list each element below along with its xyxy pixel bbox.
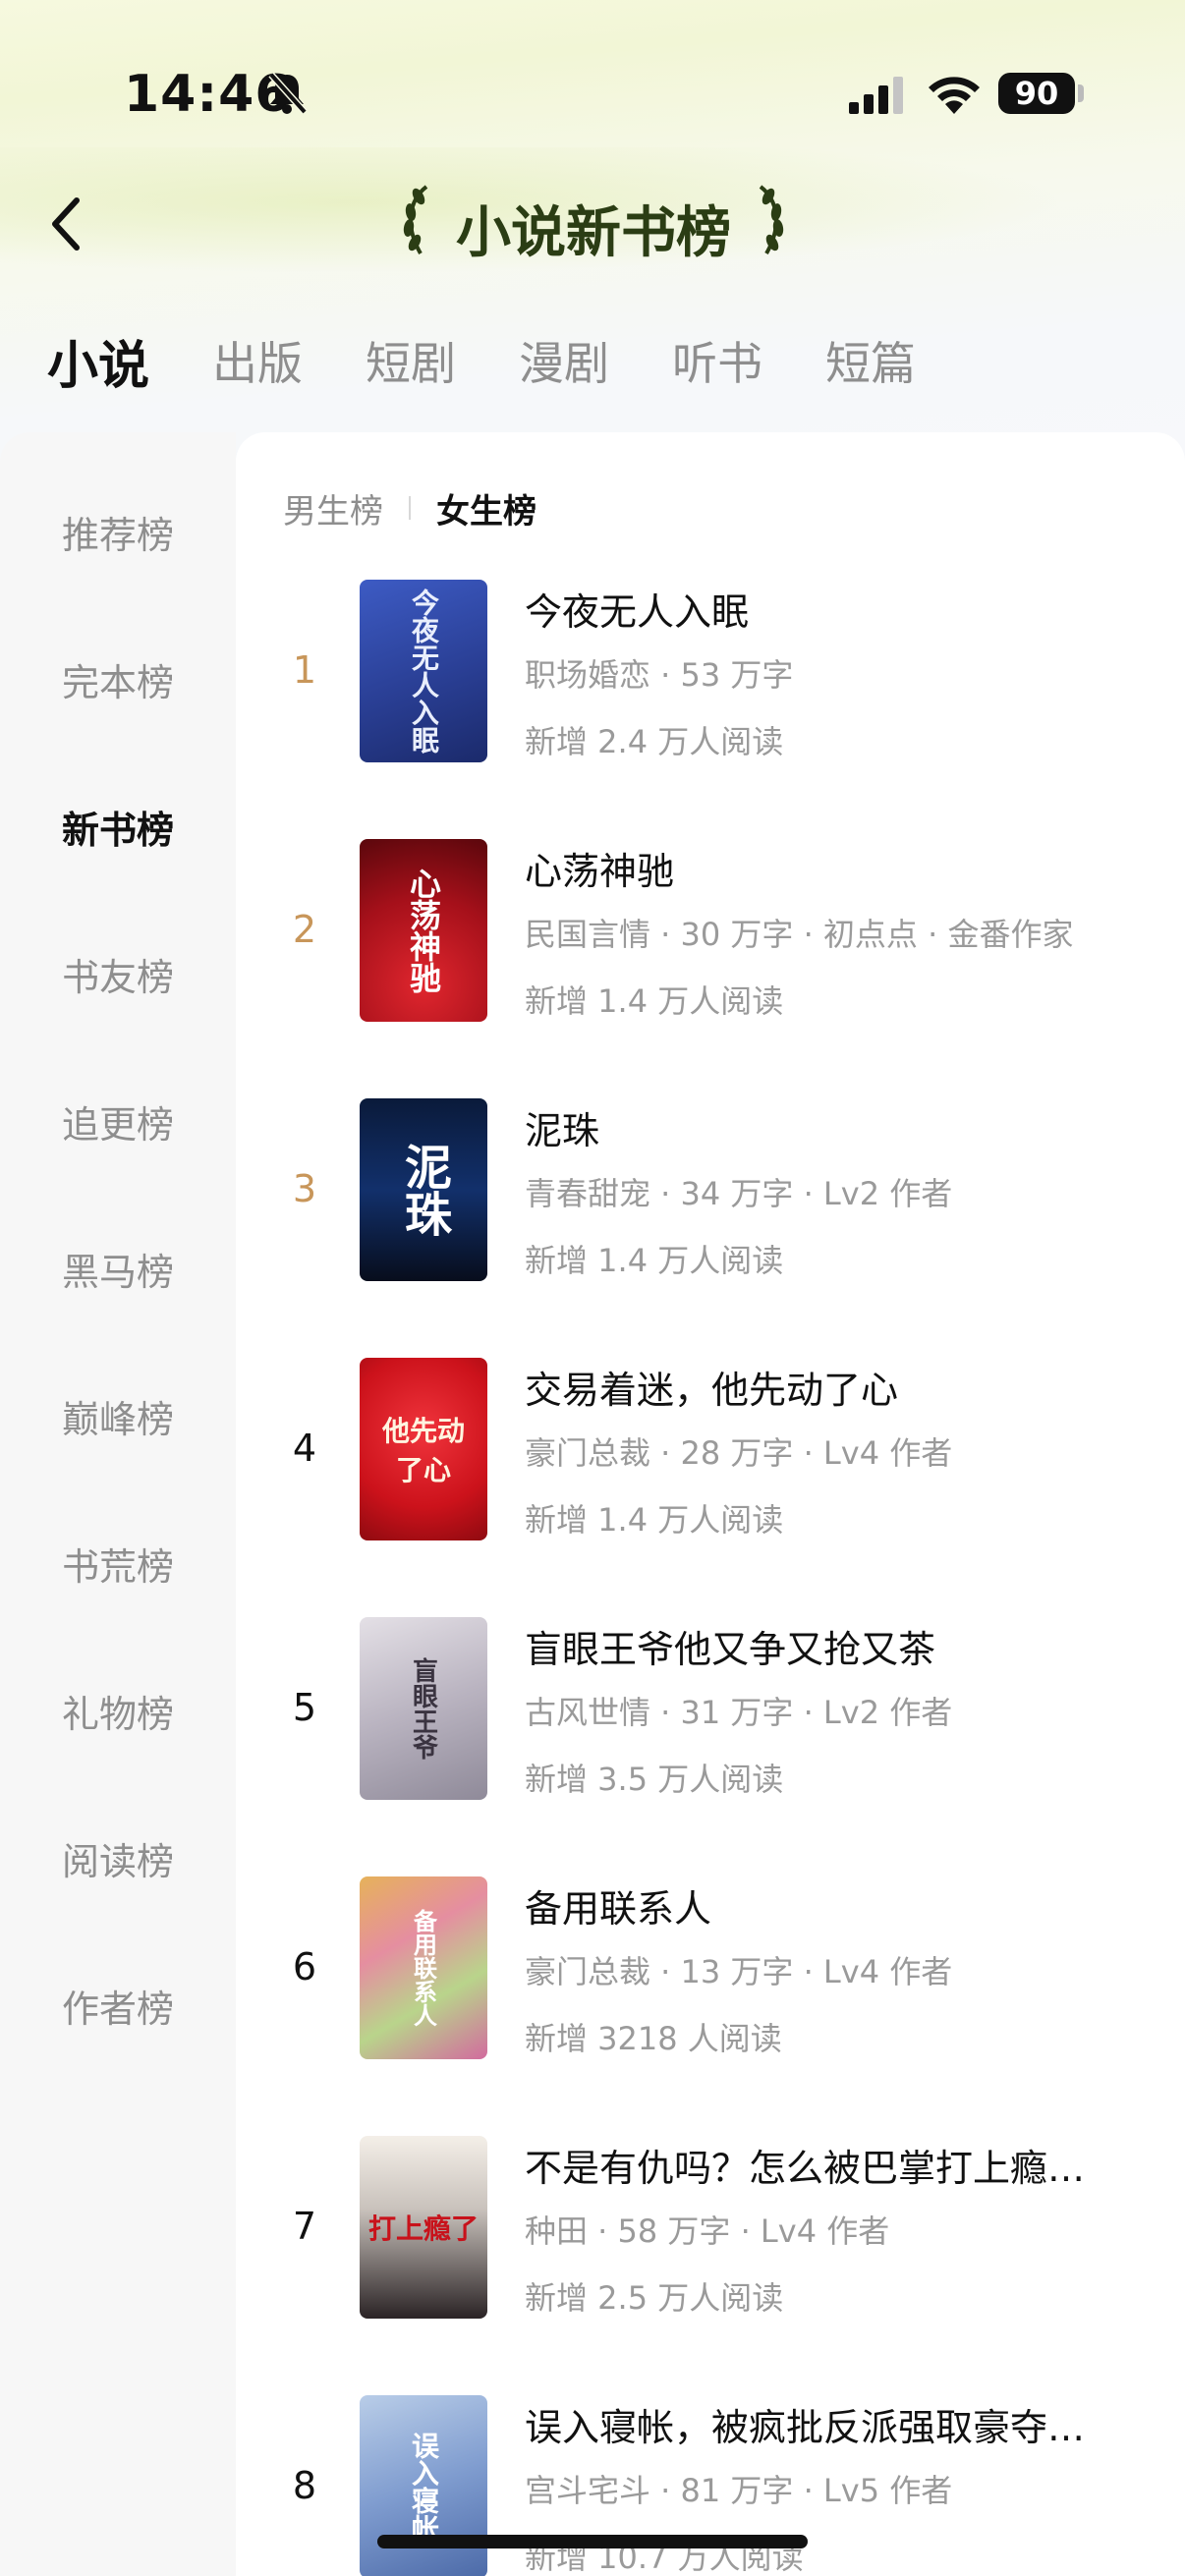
sidebar-item-authors[interactable]: 作者榜 — [0, 1979, 236, 2033]
book-cover[interactable]: 他先动了心 — [360, 1358, 487, 1540]
book-title: 交易着迷，他先动了心 — [525, 1369, 899, 1412]
tab-short-drama[interactable]: 短剧 — [366, 328, 456, 397]
book-new-readers: 新增 1.4 万人阅读 — [525, 982, 784, 1020]
book-row[interactable]: 2 心荡神驰 心荡神驰 民国言情 · 30 万字 · 初点点 · 金番作家 新增… — [236, 839, 1185, 1026]
ranking-sidebar: 推荐榜 完本榜 新书榜 书友榜 追更榜 黑马榜 巅峰榜 书荒榜 礼物榜 阅读榜 … — [0, 432, 236, 2576]
book-meta: 豪门总裁 · 13 万字 · Lv4 作者 — [525, 1953, 953, 1990]
book-cover[interactable]: 今夜无人入眠 — [360, 580, 487, 762]
cover-title-art: 盲眼王爷 — [408, 1657, 438, 1760]
battery-tip — [1078, 84, 1084, 102]
book-row[interactable]: 1 今夜无人入眠 今夜无人入眠 职场婚恋 · 53 万字 新增 2.4 万人阅读 — [236, 580, 1185, 766]
home-indicator[interactable] — [377, 2535, 808, 2548]
back-button[interactable] — [43, 189, 92, 259]
tab-novel[interactable]: 小说 — [47, 324, 149, 397]
tab-divider — [409, 496, 411, 520]
sidebar-item-peak[interactable]: 巅峰榜 — [0, 1389, 236, 1443]
tab-male-ranking[interactable]: 男生榜 — [283, 484, 383, 532]
book-cover[interactable]: 盲眼王爷 — [360, 1617, 487, 1800]
cover-title-art: 今夜无人入眠 — [408, 588, 440, 754]
rank-number: 7 — [292, 2205, 317, 2248]
rank-number: 2 — [292, 908, 317, 951]
book-meta: 职场婚恋 · 53 万字 — [525, 656, 794, 694]
book-new-readers: 新增 2.5 万人阅读 — [525, 2279, 784, 2317]
rank-number: 4 — [292, 1427, 317, 1470]
book-new-readers: 新增 3218 人阅读 — [525, 2020, 782, 2057]
page-title: 小说新书榜 — [456, 200, 731, 265]
book-meta: 宫斗宅斗 · 81 万字 · Lv5 作者 — [525, 2472, 953, 2509]
book-new-readers: 新增 3.5 万人阅读 — [525, 1761, 784, 1798]
tab-publish[interactable]: 出版 — [212, 328, 303, 397]
tab-comic-drama[interactable]: 漫剧 — [519, 328, 609, 397]
rank-number: 3 — [292, 1167, 317, 1210]
cover-title-art: 误入寝帐 — [408, 2432, 440, 2542]
ranking-list-panel: 男生榜 女生榜 1 今夜无人入眠 今夜无人入眠 职场婚恋 · 53 万字 新增 … — [236, 432, 1185, 2576]
book-meta: 民国言情 · 30 万字 · 初点点 · 金番作家 — [525, 916, 1074, 953]
book-row[interactable]: 6 备用联系人 备用联系人 豪门总裁 · 13 万字 · Lv4 作者 新增 3… — [236, 1876, 1185, 2063]
tab-female-ranking[interactable]: 女生榜 — [436, 484, 536, 532]
book-meta: 种田 · 58 万字 · Lv4 作者 — [525, 2212, 890, 2250]
cover-title-art: 他先动了心 — [381, 1415, 465, 1486]
sidebar-item-reading[interactable]: 阅读榜 — [0, 1831, 236, 1885]
rank-number: 5 — [292, 1686, 317, 1729]
laurel-right-icon — [759, 185, 784, 254]
book-row[interactable]: 4 他先动了心 交易着迷，他先动了心 豪门总裁 · 28 万字 · Lv4 作者… — [236, 1358, 1185, 1544]
category-tabs: 小说 出版 短剧 漫剧 听书 短篇 — [47, 328, 979, 397]
bell-muted-icon — [268, 72, 308, 115]
book-new-readers: 新增 2.4 万人阅读 — [525, 723, 784, 760]
book-title: 泥珠 — [525, 1109, 600, 1152]
cover-title-art: 打上瘾了 — [367, 2212, 479, 2245]
book-row[interactable]: 5 盲眼王爷 盲眼王爷他又争又抢又茶 古风世情 · 31 万字 · Lv2 作者… — [236, 1617, 1185, 1804]
battery-level: 90 — [998, 73, 1075, 114]
book-meta: 古风世情 · 31 万字 · Lv2 作者 — [525, 1694, 953, 1731]
sidebar-item-following[interactable]: 追更榜 — [0, 1094, 236, 1148]
status-bar: 14:46 90 — [0, 0, 1185, 187]
book-meta: 青春甜宠 · 34 万字 · Lv2 作者 — [525, 1175, 953, 1212]
book-row[interactable]: 7 打上瘾了 不是有仇吗？怎么被巴掌打上瘾… 种田 · 58 万字 · Lv4 … — [236, 2136, 1185, 2323]
sidebar-item-book-drought[interactable]: 书荒榜 — [0, 1537, 236, 1591]
book-title: 心荡神驰 — [525, 850, 675, 893]
tab-short-story[interactable]: 短篇 — [825, 328, 916, 397]
sidebar-item-dark-horse[interactable]: 黑马榜 — [0, 1242, 236, 1296]
cover-title-art: 心荡神驰 — [405, 868, 442, 993]
cover-title-art: 泥珠 — [396, 1143, 451, 1237]
page-title-group: 小说新书榜 — [397, 179, 790, 267]
book-meta: 豪门总裁 · 28 万字 · Lv4 作者 — [525, 1434, 953, 1472]
book-cover[interactable]: 误入寝帐 — [360, 2395, 487, 2576]
laurel-left-icon — [403, 185, 428, 254]
cellular-signal-icon — [849, 77, 903, 114]
sidebar-item-gifts[interactable]: 礼物榜 — [0, 1684, 236, 1738]
gender-tabs: 男生榜 女生榜 — [283, 483, 536, 532]
sidebar-item-completed[interactable]: 完本榜 — [0, 652, 236, 706]
tab-audiobook[interactable]: 听书 — [672, 328, 762, 397]
book-cover[interactable]: 心荡神驰 — [360, 839, 487, 1022]
rank-number: 8 — [292, 2464, 317, 2507]
sidebar-item-recommend[interactable]: 推荐榜 — [0, 505, 236, 559]
rank-number: 6 — [292, 1945, 317, 1988]
book-new-readers: 新增 1.4 万人阅读 — [525, 1242, 784, 1279]
book-row[interactable]: 3 泥珠 泥珠 青春甜宠 · 34 万字 · Lv2 作者 新增 1.4 万人阅… — [236, 1098, 1185, 1285]
sidebar-item-reader-picks[interactable]: 书友榜 — [0, 947, 236, 1001]
rank-number: 1 — [292, 648, 317, 692]
book-title: 备用联系人 — [525, 1887, 712, 1931]
book-title: 盲眼王爷他又争又抢又茶 — [525, 1628, 936, 1671]
book-row[interactable]: 8 误入寝帐 误入寝帐，被疯批反派强取豪夺… 宫斗宅斗 · 81 万字 · Lv… — [236, 2395, 1185, 2576]
book-title: 不是有仇吗？怎么被巴掌打上瘾… — [525, 2147, 1086, 2190]
wifi-icon — [929, 77, 980, 114]
book-new-readers: 新增 1.4 万人阅读 — [525, 1501, 784, 1539]
cover-title-art: 备用联系人 — [409, 1909, 438, 2027]
book-title: 今夜无人入眠 — [525, 590, 750, 634]
book-cover[interactable]: 打上瘾了 — [360, 2136, 487, 2319]
book-cover[interactable]: 泥珠 — [360, 1098, 487, 1281]
sidebar-item-new-books[interactable]: 新书榜 — [0, 800, 236, 854]
book-cover[interactable]: 备用联系人 — [360, 1876, 487, 2059]
book-title: 误入寝帐，被疯批反派强取豪夺… — [525, 2406, 1086, 2449]
